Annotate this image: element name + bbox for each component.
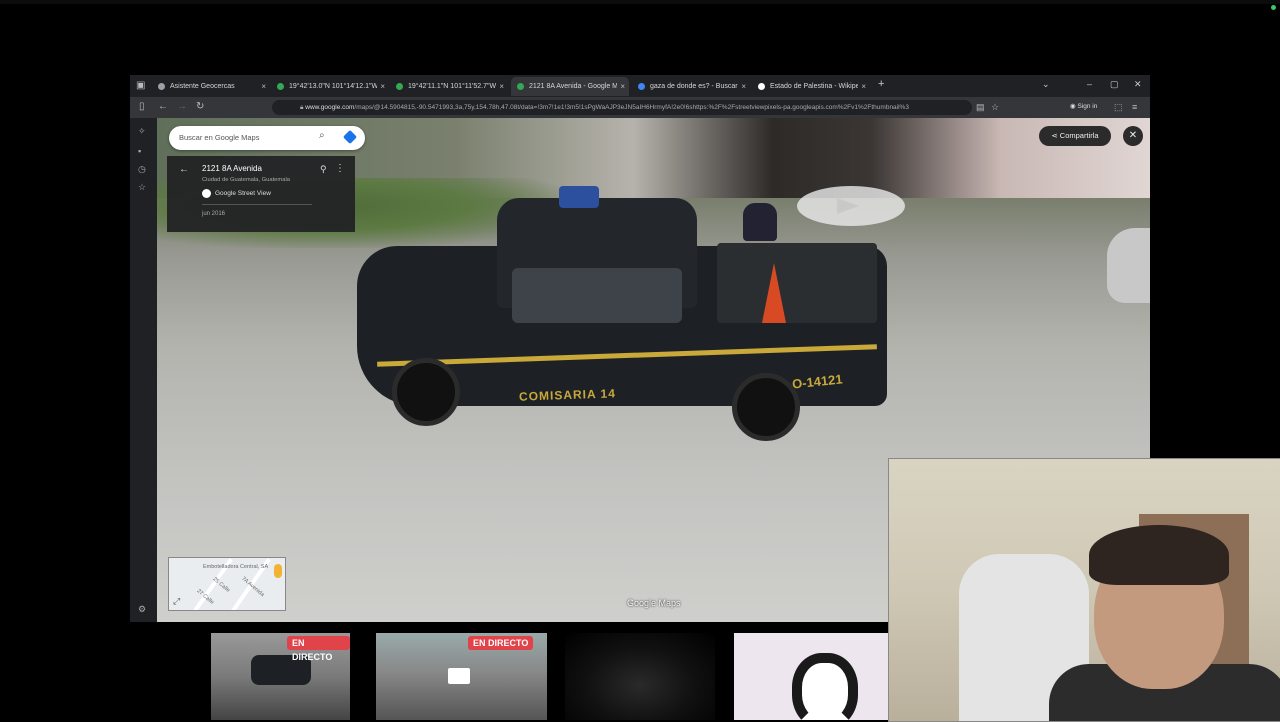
new-tab-button[interactable]: + [878,78,884,90]
share-button[interactable]: ⋖ Compartirla [1039,126,1111,146]
close-street-view-button[interactable]: ✕ [1123,126,1143,146]
tab-asistente-geocercas[interactable]: Asistente Geocercas × [152,77,270,96]
settings-gear-icon[interactable]: ⚙ [138,604,146,615]
favicon-icon [158,83,165,90]
expand-map-icon[interactable]: ⤢ [173,596,180,607]
status-indicator-dot [1271,5,1276,10]
close-window-button[interactable]: ✕ [1134,79,1142,90]
place-subtitle: Ciudad de Guatemala, Guatemala [202,177,290,183]
map-pin-icon [517,83,524,90]
sign-in-button[interactable]: ◉ Sign in [1070,102,1097,110]
map-pin-icon[interactable]: ⚲ [320,164,327,175]
street-view-source[interactable]: Google Street View [202,189,271,198]
tab-coordinates-1[interactable]: 19°42'13.0"N 101°14'12.1"W - G× [271,77,389,96]
search-input[interactable]: Buscar en Google Maps [179,126,259,150]
minimize-button[interactable]: – [1087,79,1092,89]
minimap-label: Embotelladora Central, SA [203,564,269,570]
screen-share-icon [448,668,470,684]
navigation-bar: ▯ ← → ↻ ○ 🔒︎ www.google.com/maps/@14.590… [130,97,1150,118]
stream-thumbnail-4[interactable] [734,633,888,720]
save-icon[interactable]: ▪ [138,146,141,156]
address-bar[interactable]: 🔒︎ www.google.com/maps/@14.5904815,-90.5… [272,100,972,115]
tab-google-search[interactable]: gaza de donde es? - Buscar con× [632,77,750,96]
tab-close-icon[interactable]: × [499,77,504,96]
reader-mode-icon[interactable]: ▤ [976,101,985,113]
bookmarks-star-icon[interactable]: ☆ [138,182,146,193]
stream-thumbnail-2[interactable]: EN DIRECTO [376,633,547,720]
rear-wheel [732,373,800,441]
stream-thumbnail-3[interactable] [565,633,715,720]
forward-arrow-icon[interactable]: → [177,101,187,113]
back-arrow-icon[interactable]: ← [158,101,168,113]
tab-close-icon[interactable]: × [861,77,866,96]
back-arrow-icon[interactable]: ← [179,164,189,175]
tab-google-maps-active[interactable]: 2121 8A Avenida - Google Map × [511,77,629,96]
maximize-button[interactable]: ▢ [1110,79,1119,90]
tab-close-icon[interactable]: × [620,77,625,96]
reload-icon[interactable]: ↻ [196,101,204,113]
siren-light [559,186,599,208]
more-options-icon[interactable]: ⋮ [335,163,345,174]
webcam-overlay [888,458,1280,722]
pegman-icon[interactable] [274,564,282,578]
tab-bar: ▣ Asistente Geocercas × 19°42'13.0"N 101°… [130,75,1150,97]
webcam-person-hair [1089,525,1229,585]
search-icon[interactable]: ⌕ [319,130,325,141]
tab-close-icon[interactable]: × [261,77,266,96]
traffic-cone [762,263,786,323]
tab-list-chevron-icon[interactable]: ⌄ [1042,79,1050,90]
live-badge: EN DIRECTO [468,636,534,650]
maps-search-box[interactable]: Buscar en Google Maps ⌕ [169,126,365,150]
police-officer-figure [743,203,777,241]
tab-coordinates-2[interactable]: 19°42'11.1"N 101°11'52.7"W - G× [390,77,508,96]
stream-thumbnail-1[interactable]: EN DIRECTO [211,633,350,720]
history-icon[interactable]: ◷ [138,164,146,175]
menu-icon[interactable]: ≡ [1132,101,1137,113]
tab-wikipedia[interactable]: Estado de Palestina - Wikipedia× [752,77,870,96]
place-title: 2121 8A Avenida [202,164,262,173]
ai-sparkle-icon[interactable]: ✧ [138,126,146,137]
screen-top-edge [0,0,1280,4]
map-pin-icon [277,83,284,90]
navigation-arrow-icon[interactable] [797,186,905,226]
divider [202,204,312,205]
extensions-icon[interactable]: ⬚ [1114,101,1123,113]
live-badge: EN DIRECTO [287,636,350,662]
bookmark-star-icon[interactable]: ☆ [991,101,999,113]
directions-icon[interactable] [342,129,358,145]
google-maps-watermark: Google Maps [627,598,681,608]
minimap[interactable]: Embotelladora Central, SA 25 Calle 7A Av… [168,557,286,611]
capture-date[interactable]: jun 2016 [202,211,225,217]
truck-bed [717,243,877,323]
front-wheel [392,358,460,426]
google-icon [638,83,645,90]
sidebar-toggle-icon[interactable]: ▯ [139,101,145,113]
parked-car-right [1107,228,1150,303]
tab-search-icon[interactable]: ▣ [136,80,147,91]
browser-sidebar: ✧ ▪ ◷ ☆ ⚙ [130,118,157,622]
place-info-card: ← 2121 8A Avenida Ciudad de Guatemala, G… [167,156,355,232]
anime-avatar [792,653,858,720]
map-pin-icon [396,83,403,90]
truck-window [512,268,682,323]
tab-close-icon[interactable]: × [380,77,385,96]
tab-close-icon[interactable]: × [741,77,746,96]
wikipedia-icon [758,83,765,90]
street-view-icon [202,189,211,198]
